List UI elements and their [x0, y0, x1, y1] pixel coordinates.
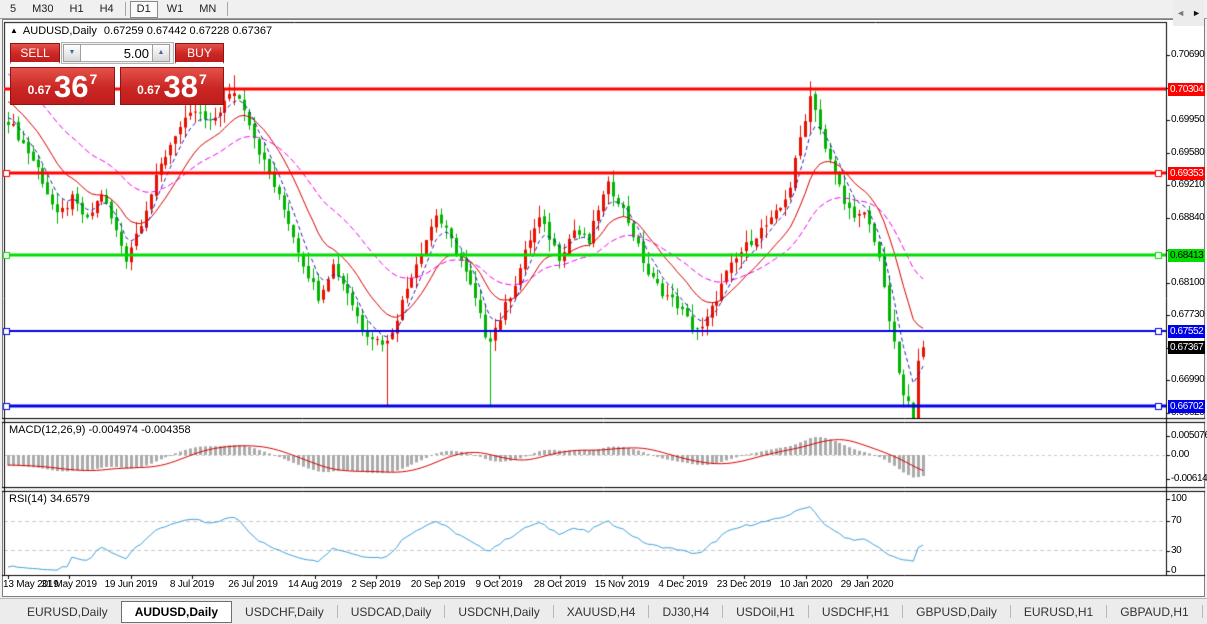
- price-tick-label: 0.68100: [1171, 277, 1204, 289]
- rsi-axis-label: 0: [1171, 565, 1176, 577]
- date-tick-label: 23 Dec 2019: [717, 579, 772, 590]
- rsi-axis-label: 70: [1171, 515, 1181, 527]
- timeframe-button-d1[interactable]: D1: [130, 1, 158, 18]
- chart-tab-gbpaud-h1[interactable]: GBPAUD,H1: [1107, 602, 1201, 622]
- price-badge-0.67367: 0.67367: [1168, 341, 1205, 354]
- chart-tab-usdcad-daily[interactable]: USDCAD,Daily: [338, 602, 445, 622]
- date-tick-label: 20 Sep 2019: [411, 579, 466, 590]
- rsi-label: RSI(14) 34.6579: [9, 493, 90, 505]
- timeframe-button-5[interactable]: 5: [3, 1, 23, 18]
- tab-scroll-arrows: ◄ ►: [1173, 0, 1204, 26]
- date-tick-label: 15 Nov 2019: [595, 579, 650, 590]
- date-tick-label: 26 Jul 2019: [228, 579, 278, 590]
- volume-input[interactable]: [81, 44, 152, 62]
- buy-price-box[interactable]: 0.67 38 7: [120, 67, 224, 105]
- date-tick-label: 8 Jul 2019: [170, 579, 214, 590]
- date-tick-label: 10 Jan 2020: [780, 579, 833, 590]
- timeframe-button-h4[interactable]: H4: [93, 1, 121, 18]
- chart-tab-usdchf-daily[interactable]: USDCHF,Daily: [232, 602, 337, 622]
- volume-decrease-button[interactable]: ▼: [63, 44, 81, 62]
- buy-price-big: 38: [164, 72, 198, 101]
- price-tick-label: 0.69210: [1171, 179, 1204, 191]
- date-tick-label: 19 Jun 2019: [105, 579, 158, 590]
- chart-tab-dj30-h4[interactable]: DJ30,H4: [649, 602, 722, 622]
- sell-price-prefix: 0.67: [28, 83, 51, 97]
- timeframe-button-mn[interactable]: MN: [192, 1, 223, 18]
- price-badge-0.69353: 0.69353: [1168, 167, 1205, 180]
- trading-platform: 5M30H1H4 D1W1MN ▲ AUDUSD,Daily 0.67259 0.67…: [0, 0, 1207, 624]
- price-badge-0.70304: 0.70304: [1168, 83, 1205, 96]
- rsi-axis-label: 30: [1171, 545, 1181, 557]
- price-tick-label: 0.66990: [1171, 374, 1204, 386]
- sell-price-sup: 7: [90, 71, 98, 87]
- rsi-axis-label: 100: [1171, 493, 1187, 505]
- macd-axis-label: 0.00: [1171, 449, 1189, 461]
- price-badge-0.66702: 0.66702: [1168, 400, 1205, 413]
- chart-symbol-label: AUDUSD,Daily: [23, 25, 97, 37]
- sell-price-big: 36: [54, 72, 88, 101]
- date-tick-label: 31 May 2019: [41, 579, 97, 590]
- chart-tab-usdcnh-daily[interactable]: USDCNH,Daily: [445, 602, 552, 622]
- chart-tab-usdoil-h1[interactable]: USDOil,H1: [723, 602, 808, 622]
- tab-scroll-left-icon[interactable]: ◄: [1176, 8, 1185, 18]
- timeframe-button-h1[interactable]: H1: [63, 1, 91, 18]
- price-tick-label: 0.70690: [1171, 49, 1204, 61]
- date-tick-label: 29 Jan 2020: [841, 579, 894, 590]
- date-tick-label: 4 Dec 2019: [658, 579, 707, 590]
- sell-price-box[interactable]: 0.67 36 7: [10, 67, 115, 105]
- date-tick-label: 2 Sep 2019: [351, 579, 400, 590]
- buy-price-prefix: 0.67: [137, 83, 160, 97]
- date-tick-label: 9 Oct 2019: [476, 579, 523, 590]
- date-tick-label: 14 Aug 2019: [288, 579, 342, 590]
- chart-tab-bar: EURUSD,DailyAUDUSD,DailyUSDCHF,DailyUSDC…: [0, 598, 1207, 624]
- chart-title: ▲ AUDUSD,Daily 0.67259 0.67442 0.67228 0.6…: [10, 25, 272, 37]
- chart-tab-xauusd-h4[interactable]: XAUUSD,H4: [554, 602, 649, 622]
- chart-tab-eurusd-daily[interactable]: EURUSD,Daily: [14, 602, 121, 622]
- toolbar-separator: [227, 2, 228, 16]
- toolbar-separator: [125, 2, 126, 16]
- macd-axis-label: -0.006148: [1171, 473, 1207, 485]
- timeframe-toolbar: 5M30H1H4 D1W1MN: [0, 0, 1207, 19]
- price-tick-label: 0.68840: [1171, 212, 1204, 224]
- timeframe-button-w1[interactable]: W1: [160, 1, 191, 18]
- price-badge-0.67552: 0.67552: [1168, 325, 1205, 338]
- macd-axis-label: 0.005076: [1171, 430, 1207, 442]
- price-tick-label: 0.69950: [1171, 114, 1204, 126]
- buy-button[interactable]: BUY: [175, 43, 224, 64]
- macd-label: MACD(12,26,9) -0.004974 -0.004358: [9, 424, 191, 436]
- collapse-panel-icon[interactable]: ▲: [10, 26, 18, 35]
- chart-tab-eurusd-h1[interactable]: EURUSD,H1: [1011, 602, 1106, 622]
- chart-tab-audusd-daily[interactable]: AUDUSD,Daily: [121, 601, 232, 623]
- price-badge-0.68413: 0.68413: [1168, 249, 1205, 262]
- timeframe-button-m30[interactable]: M30: [25, 1, 60, 18]
- chart-ohlc-values: 0.67259 0.67442 0.67228 0.67367: [104, 25, 272, 37]
- price-tick-label: 0.69580: [1171, 147, 1204, 159]
- volume-stepper: ▼ ▲: [61, 42, 174, 64]
- chart-tab-usdchf-h1[interactable]: USDCHF,H1: [809, 602, 902, 622]
- date-tick-label: 28 Oct 2019: [534, 579, 586, 590]
- price-tick-label: 0.67730: [1171, 309, 1204, 321]
- buy-price-sup: 7: [199, 71, 207, 87]
- tab-scroll-right-icon[interactable]: ►: [1192, 8, 1201, 18]
- sell-button[interactable]: SELL: [10, 43, 60, 64]
- chart-tab-usd[interactable]: USD: [1203, 602, 1207, 622]
- chart-tab-gbpusd-daily[interactable]: GBPUSD,Daily: [903, 602, 1010, 622]
- volume-increase-button[interactable]: ▲: [152, 44, 170, 62]
